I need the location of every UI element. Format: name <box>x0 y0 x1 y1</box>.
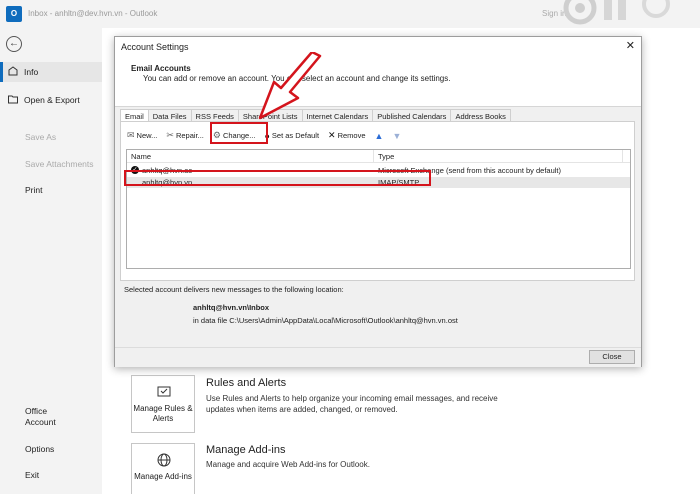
sidebar-item-label: Print <box>25 185 43 195</box>
selected-account-highlight-box <box>124 170 431 186</box>
sidebar-item-label: Open & Export <box>24 95 80 105</box>
sidebar-item-options[interactable]: Options <box>25 444 54 454</box>
move-up-button[interactable]: ▲ <box>374 130 385 142</box>
new-account-button[interactable]: ✉ New... <box>126 129 158 142</box>
sidebar-item-open-export[interactable]: Open & Export <box>8 94 80 106</box>
sidebar-item-info[interactable]: Info <box>8 66 38 78</box>
list-header: Name Type <box>127 150 630 163</box>
manage-addins-button[interactable]: Manage Add-ins <box>131 443 195 494</box>
wrench-icon: ✂ <box>166 130 174 140</box>
remove-x-icon: ✕ <box>328 130 336 140</box>
title-bar: O Inbox - anhltn@dev.hvn.vn - Outlook Si… <box>0 0 700 28</box>
new-account-icon: ✉ <box>127 130 135 140</box>
globe-icon <box>157 453 171 467</box>
remove-button[interactable]: ✕ Remove <box>327 129 366 142</box>
close-button[interactable]: Close <box>589 350 635 364</box>
delivery-location-text: Selected account delivers new messages t… <box>124 285 344 294</box>
dialog-header: Email Accounts You can add or remove an … <box>115 57 641 107</box>
rules-alerts-description: Use Rules and Alerts to help organize yo… <box>206 394 498 414</box>
close-icon[interactable]: ✕ <box>626 39 635 52</box>
sidebar-item-exit[interactable]: Exit <box>25 470 39 480</box>
dialog-title: Account Settings <box>121 42 189 52</box>
rules-alerts-title: Rules and Alerts <box>206 377 287 389</box>
folder-open-icon <box>8 94 18 106</box>
dialog-body: Email Data Files RSS Feeds SharePoint Li… <box>115 107 641 347</box>
email-tab-panel: ✉ New... ✂ Repair... ⚙ Change... ● Set a… <box>120 121 635 281</box>
back-arrow-icon[interactable]: ← <box>6 36 22 52</box>
sidebar-item-label: Exit <box>25 470 40 480</box>
column-header-type[interactable]: Type <box>378 152 394 161</box>
info-icon <box>8 66 18 78</box>
sidebar-item-label: Info <box>24 67 39 77</box>
delivery-data-file-path: in data file C:\Users\Admin\AppData\Loca… <box>193 316 458 325</box>
window-title: Inbox - anhltn@dev.hvn.vn - Outlook <box>28 9 158 18</box>
sidebar-item-label: Options <box>25 444 55 454</box>
arrow-up-icon: ▲ <box>374 130 384 141</box>
email-accounts-heading: Email Accounts <box>131 64 191 73</box>
sidebar-item-label: Save Attachments <box>25 159 94 169</box>
delivery-folder: anhltq@hvn.vn\Inbox <box>193 303 270 312</box>
annotation-arrow-icon <box>258 52 322 120</box>
manage-addins-label: Manage Add-ins <box>134 472 192 481</box>
sidebar-item-label: Save As <box>25 132 57 142</box>
remove-label: Remove <box>337 131 366 140</box>
set-default-label: Set as Default <box>271 131 320 140</box>
sidebar-item-print[interactable]: Print <box>25 185 42 195</box>
change-button-highlight-box <box>210 122 268 144</box>
arrow-down-icon: ▼ <box>392 130 402 141</box>
column-divider[interactable] <box>622 150 623 163</box>
account-settings-dialog: Account Settings ✕ Email Accounts You ca… <box>114 36 642 367</box>
outlook-logo-icon: O <box>6 6 22 22</box>
repair-label: Repair... <box>175 131 204 140</box>
sidebar-item-office-account[interactable]: Office Account <box>25 406 65 428</box>
sidebar-item-label: Office Account <box>25 406 56 427</box>
manage-addins-description: Manage and acquire Web Add-ins for Outlo… <box>206 460 370 469</box>
column-header-name[interactable]: Name <box>131 152 151 161</box>
repair-button[interactable]: ✂ Repair... <box>165 129 204 142</box>
rules-icon <box>157 386 171 397</box>
move-down-button: ▼ <box>391 130 402 142</box>
sidebar-item-save-as: Save As <box>25 132 56 142</box>
sidebar-item-save-attachments: Save Attachments <box>25 159 94 169</box>
manage-rules-button[interactable]: Manage Rules & Alerts <box>131 375 195 433</box>
decorative-pattern-icon <box>563 0 670 25</box>
manage-rules-label: Manage Rules & Alerts <box>133 404 193 423</box>
set-default-button[interactable]: ● Set as Default <box>263 130 320 142</box>
manage-addins-title: Manage Add-ins <box>206 444 286 456</box>
new-account-label: New... <box>136 131 158 140</box>
accounts-list: Name Type ✓ anhltq@hvn.ac Microsoft Exch… <box>126 149 631 269</box>
column-divider[interactable] <box>373 150 374 163</box>
dialog-footer: Close <box>115 347 641 367</box>
backstage-sidebar: ← Info Open & Export Save As Save Attach… <box>0 28 102 494</box>
